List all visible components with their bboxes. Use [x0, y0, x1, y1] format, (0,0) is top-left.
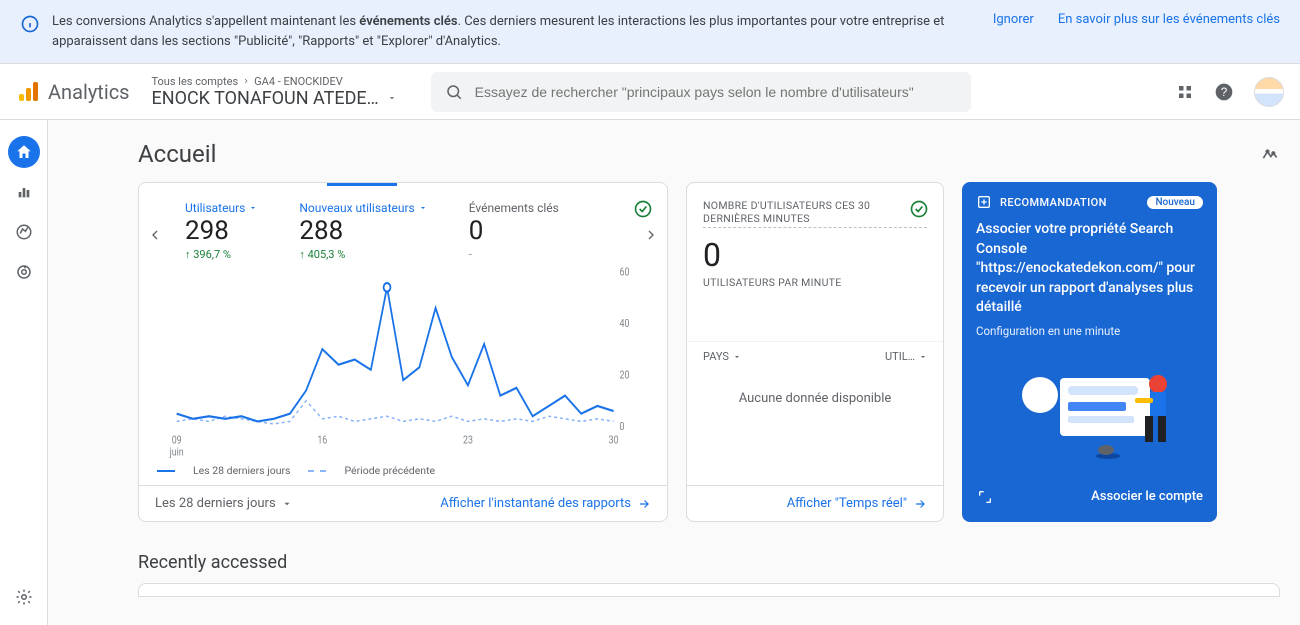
chevron-right-icon [242, 77, 250, 85]
realtime-title: NOMBRE D'UTILISATEURS CES 30 DERNIÈRES M… [703, 199, 927, 228]
nav-reports-button[interactable] [8, 176, 40, 208]
expand-icon[interactable] [976, 488, 994, 506]
legend-prev-swatch [308, 470, 326, 472]
banner-message: Les conversions Analytics s'appellent ma… [52, 12, 981, 51]
apps-icon[interactable] [1176, 83, 1194, 101]
svg-text:60: 60 [619, 267, 629, 279]
realtime-subtitle: UTILISATEURS PAR MINUTE [687, 276, 943, 299]
logo-text: Analytics [48, 80, 130, 104]
logo-block[interactable]: Analytics [16, 80, 130, 104]
svg-text:09: 09 [172, 434, 182, 446]
nav-advertising-button[interactable] [8, 256, 40, 288]
left-nav [0, 120, 48, 625]
realtime-value: 0 [687, 232, 943, 276]
arrow-right-icon [637, 497, 651, 511]
recently-accessed-heading: Recently accessed [138, 552, 1280, 573]
caret-down-icon [249, 204, 257, 212]
legend-current-swatch [157, 470, 175, 472]
banner-ignore-link[interactable]: Ignorer [993, 12, 1034, 27]
metric-key-events[interactable]: Événements clés 0 - [469, 201, 559, 261]
col-users[interactable]: UTIL… [815, 350, 927, 363]
metric-new-users[interactable]: Nouveaux utilisateurs 288 ↑ 405,3 % [299, 201, 426, 261]
header-bar: Analytics Tous les comptes GA4 - ENOCKID… [0, 64, 1300, 120]
view-realtime-link[interactable]: Afficher "Temps réel" [787, 496, 927, 511]
insights-icon[interactable] [1260, 144, 1280, 164]
caret-down-icon [387, 93, 397, 103]
svg-text:0: 0 [619, 421, 624, 433]
recommendation-label: RECOMMANDATION [1000, 196, 1139, 209]
page-title: Accueil [138, 140, 216, 168]
svg-text:juin: juin [169, 446, 184, 458]
recommendation-illustration [962, 342, 1217, 478]
svg-text:16: 16 [317, 434, 327, 446]
add-box-icon [976, 194, 992, 210]
caret-down-icon [419, 204, 427, 212]
realtime-card: NOMBRE D'UTILISATEURS CES 30 DERNIÈRES M… [686, 182, 944, 522]
view-reports-link[interactable]: Afficher l'instantané des rapports [440, 496, 651, 511]
nav-home-button[interactable] [8, 136, 40, 168]
search-icon [445, 83, 463, 101]
caret-down-icon [733, 353, 741, 361]
metric-users[interactable]: Utilisateurs 298 ↑ 396,7 % [185, 201, 257, 261]
link-account-button[interactable]: Associer le compte [1091, 489, 1203, 504]
caret-down-icon [282, 499, 292, 509]
avatar[interactable] [1254, 77, 1284, 107]
new-badge: Nouveau [1147, 196, 1203, 209]
users-chart-card: Utilisateurs 298 ↑ 396,7 % Nouveaux util… [138, 182, 668, 522]
info-banner: Les conversions Analytics s'appellent ma… [0, 0, 1300, 64]
analytics-logo-icon [16, 80, 40, 104]
recommendation-headline: Associer votre propriété Search Console … [976, 220, 1203, 318]
nav-admin-button[interactable] [8, 581, 40, 613]
svg-text:23: 23 [463, 434, 473, 446]
search-input[interactable] [431, 72, 971, 112]
legend-current: Les 28 derniers jours [193, 464, 290, 477]
nav-explore-button[interactable] [8, 216, 40, 248]
main-content: Accueil Utilisateurs [48, 120, 1300, 625]
col-country[interactable]: PAYS [703, 350, 815, 363]
legend-prev: Période précédente [344, 464, 435, 477]
svg-text:40: 40 [619, 318, 629, 330]
arrow-right-icon [913, 497, 927, 511]
check-badge-icon [909, 199, 929, 219]
info-icon [20, 14, 40, 34]
banner-learn-link[interactable]: En savoir plus sur les événements clés [1058, 12, 1280, 27]
svg-text:30: 30 [609, 434, 619, 446]
svg-text:20: 20 [619, 369, 629, 381]
caret-down-icon [919, 353, 927, 361]
help-icon[interactable]: ? [1214, 82, 1234, 102]
recent-card-stub [138, 583, 1280, 597]
recommendation-sub: Configuration en une minute [976, 324, 1203, 338]
svg-text:?: ? [1221, 86, 1228, 99]
no-data-text: Aucune donnée disponible [687, 371, 943, 485]
recommendation-card: RECOMMANDATION Nouveau Associer votre pr… [962, 182, 1217, 522]
search-box[interactable] [431, 72, 971, 112]
property-selector[interactable]: Tous les comptes GA4 - ENOCKIDEV ENOCK T… [152, 75, 397, 109]
line-chart: 0 20 40 60 09juin 16 23 30 [139, 267, 667, 460]
date-range-selector[interactable]: Les 28 derniers jours [155, 496, 292, 511]
